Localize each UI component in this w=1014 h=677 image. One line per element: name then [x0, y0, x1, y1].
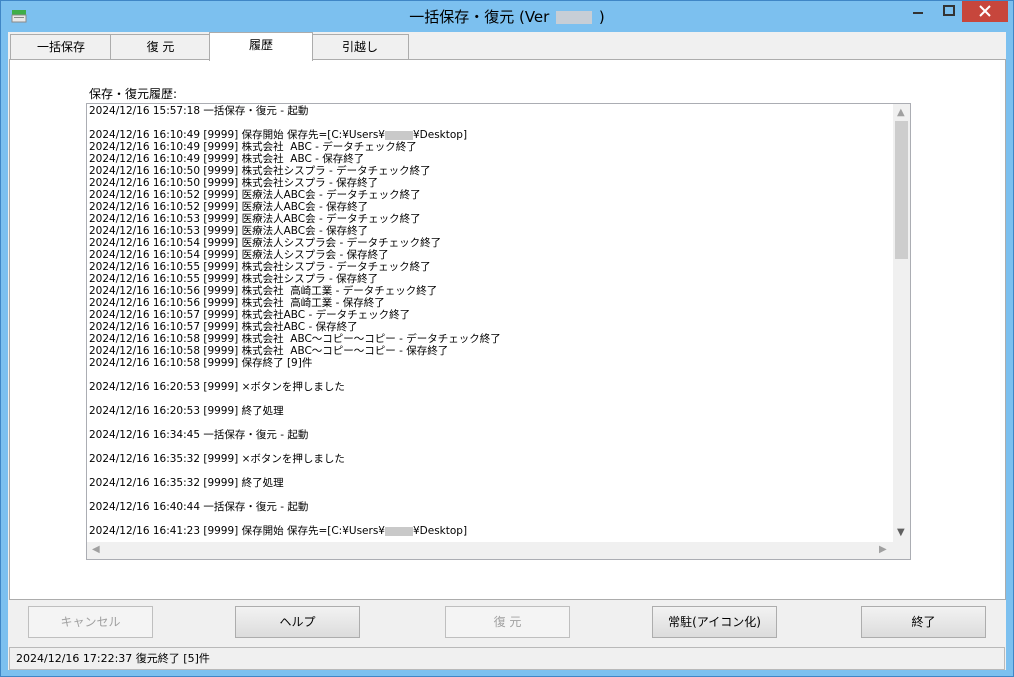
- scroll-down-icon[interactable]: ▼: [897, 528, 905, 538]
- log-line: 2024/12/16 16:10:53 [9999] 医療法人ABC会 - デー…: [89, 213, 421, 225]
- title-suffix: ): [598, 8, 605, 26]
- log-line: 2024/12/16 16:10:58 [9999] 保存終了 [9]件: [89, 357, 313, 369]
- vertical-scrollbar[interactable]: ▲ ▼: [893, 104, 910, 542]
- scrollbar-corner: [893, 542, 910, 559]
- help-button[interactable]: ヘルプ: [235, 606, 360, 638]
- title-bar[interactable]: 一括保存・復元 (Ver ): [1, 1, 1013, 32]
- log-line: 2024/12/16 16:10:52 [9999] 医療法人ABC会 - デー…: [89, 189, 421, 201]
- log-blank-line: [89, 417, 891, 429]
- log-blank-line: [89, 369, 891, 381]
- status-bar: 2024/12/16 17:22:37 復元終了 [5]件: [9, 647, 1005, 670]
- log-line: 2024/12/16 16:10:55 [9999] 株式会社シスプラ - デー…: [89, 261, 431, 273]
- log-blank-line: [89, 441, 891, 453]
- history-log-lines: 2024/12/16 15:57:18 一括保存・復元 - 起動 2024/12/…: [89, 105, 891, 541]
- history-label: 保存・復元履歴:: [89, 87, 178, 101]
- log-line: 2024/12/16 16:10:49 [9999] 株式会社 ABC - 保存…: [89, 153, 365, 165]
- scroll-right-icon[interactable]: ▶: [879, 545, 887, 555]
- tab-strip: 一括保存 復 元 履歴 引越し: [8, 32, 1006, 61]
- log-line: 2024/12/16 16:10:55 [9999] 株式会社シスプラ - 保存…: [89, 273, 379, 285]
- resident-button[interactable]: 常駐(アイコン化): [652, 606, 777, 638]
- redacted-username: [384, 130, 413, 140]
- log-line: 2024/12/16 16:10:50 [9999] 株式会社シスプラ - 保存…: [89, 177, 379, 189]
- exit-button[interactable]: 終了: [861, 606, 986, 638]
- log-line: 2024/12/16 16:10:53 [9999] 医療法人ABC会 - 保存…: [89, 225, 369, 237]
- log-line: 2024/12/16 16:10:50 [9999] 株式会社シスプラ - デー…: [89, 165, 431, 177]
- status-text: 2024/12/16 17:22:37 復元終了 [5]件: [16, 652, 210, 665]
- scroll-thumb[interactable]: [895, 121, 908, 259]
- history-panel: 保存・復元履歴: 2024/12/16 15:57:18 一括保存・復元 - 起…: [9, 59, 1006, 600]
- log-line: 2024/12/16 16:10:57 [9999] 株式会社ABC - 保存終…: [89, 321, 358, 333]
- horizontal-scrollbar[interactable]: ◀ ▶: [87, 542, 893, 559]
- tab-bulk-save[interactable]: 一括保存: [10, 34, 112, 59]
- log-blank-line: [89, 513, 891, 525]
- redacted-username: [384, 526, 413, 536]
- log-line: 2024/12/16 16:35:32 [9999] ×ボタンを押しました: [89, 453, 345, 465]
- log-line: 2024/12/16 16:10:58 [9999] 株式会社 ABC～コピー～…: [89, 345, 449, 357]
- version-redacted: [556, 11, 593, 24]
- history-log-box[interactable]: 2024/12/16 15:57:18 一括保存・復元 - 起動 2024/12/…: [86, 103, 911, 560]
- log-line: 2024/12/16 16:20:53 [9999] 終了処理: [89, 405, 284, 417]
- minimize-icon[interactable]: [904, 1, 932, 22]
- log-line: 2024/12/16 16:10:58 [9999] 株式会社 ABC～コピー～…: [89, 333, 501, 345]
- restore-button[interactable]: 復 元: [445, 606, 570, 638]
- log-line: 2024/12/16 16:41:23 [9999] 保存開始 保存先=[C:¥…: [89, 525, 468, 537]
- scroll-up-icon[interactable]: ▲: [897, 108, 905, 118]
- log-line: 2024/12/16 16:20:53 [9999] ×ボタンを押しました: [89, 381, 345, 393]
- maximize-icon[interactable]: [935, 1, 963, 22]
- log-line: 2024/12/16 16:40:44 一括保存・復元 - 起動: [89, 501, 309, 513]
- app-window: 一括保存・復元 (Ver ) 一括保存 復 元 履歴 引越し 保存・復元履歴: …: [0, 0, 1014, 677]
- close-icon[interactable]: [962, 1, 1008, 22]
- log-line: 2024/12/16 16:34:45 一括保存・復元 - 起動: [89, 429, 309, 441]
- log-line: 2024/12/16 16:10:49 [9999] 保存開始 保存先=[C:¥…: [89, 129, 468, 141]
- tab-history[interactable]: 履歴: [209, 32, 313, 61]
- log-blank-line: [89, 117, 891, 129]
- title-prefix: 一括保存・復元 (Ver: [409, 8, 550, 26]
- log-line: 2024/12/16 16:10:52 [9999] 医療法人ABC会 - 保存…: [89, 201, 369, 213]
- scroll-left-icon[interactable]: ◀: [92, 545, 100, 555]
- window-title: 一括保存・復元 (Ver ): [1, 6, 1013, 27]
- log-blank-line: [89, 489, 891, 501]
- client-area: 一括保存 復 元 履歴 引越し 保存・復元履歴: 2024/12/16 15:5…: [8, 32, 1006, 670]
- log-line: 2024/12/16 16:10:57 [9999] 株式会社ABC - データ…: [89, 309, 411, 321]
- log-line: 2024/12/16 15:57:18 一括保存・復元 - 起動: [89, 105, 309, 117]
- cancel-button[interactable]: キャンセル: [28, 606, 153, 638]
- log-blank-line: [89, 393, 891, 405]
- log-line: 2024/12/16 16:10:56 [9999] 株式会社 高崎工業 - デ…: [89, 285, 438, 297]
- tab-move[interactable]: 引越し: [311, 34, 409, 59]
- log-line: 2024/12/16 16:10:56 [9999] 株式会社 高崎工業 - 保…: [89, 297, 385, 309]
- log-blank-line: [89, 465, 891, 477]
- tab-restore[interactable]: 復 元: [110, 34, 211, 59]
- log-line: 2024/12/16 16:10:54 [9999] 医療法人シスプラ会 - デ…: [89, 237, 442, 249]
- log-line: 2024/12/16 16:10:54 [9999] 医療法人シスプラ会 - 保…: [89, 249, 389, 261]
- log-line: 2024/12/16 16:35:32 [9999] 終了処理: [89, 477, 284, 489]
- log-line: 2024/12/16 16:10:49 [9999] 株式会社 ABC - デー…: [89, 141, 417, 153]
